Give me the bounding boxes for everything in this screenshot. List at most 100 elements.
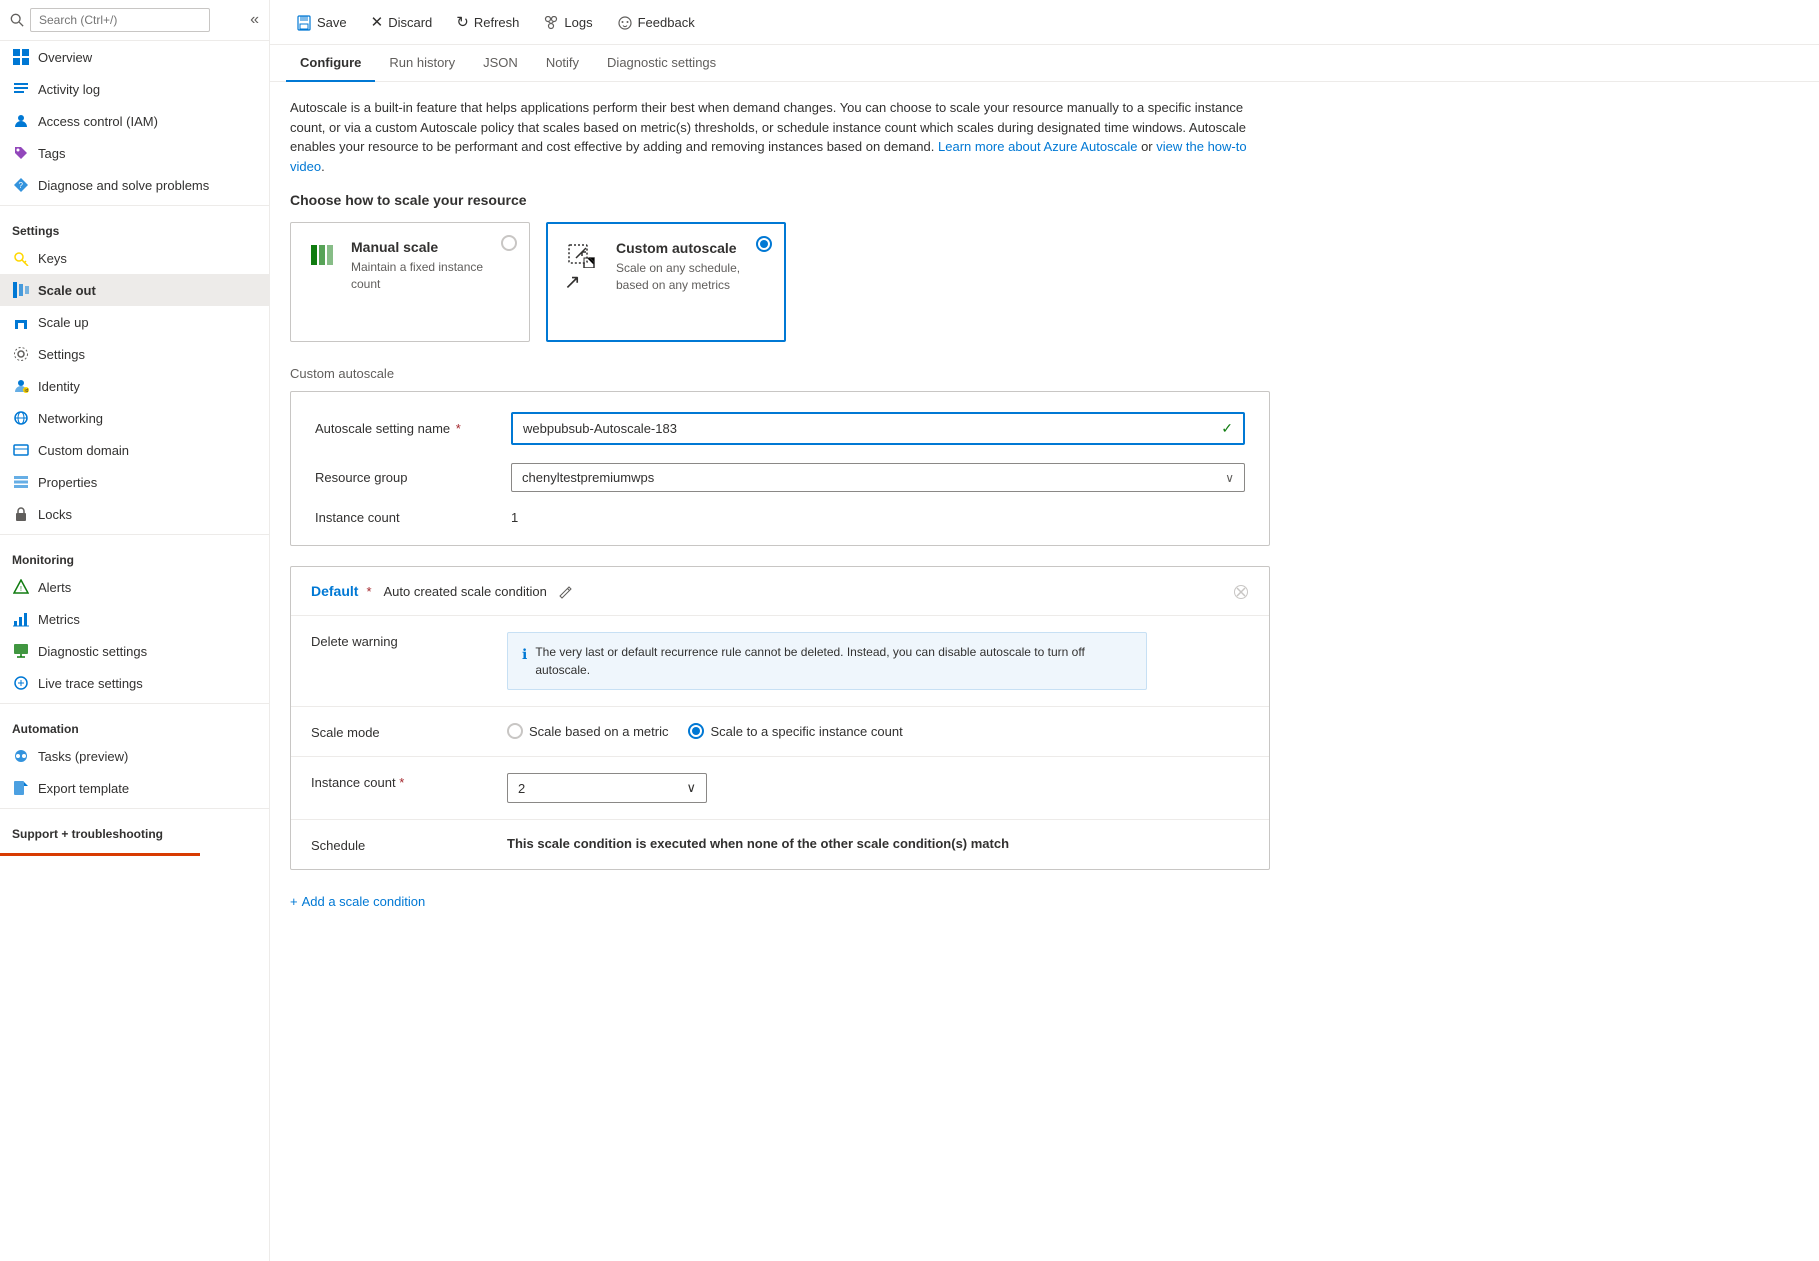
sidebar-item-networking[interactable]: Networking <box>0 402 269 434</box>
scale-up-icon <box>12 313 30 331</box>
scale-specific-option[interactable]: Scale to a specific instance count <box>688 723 902 739</box>
settings-icon <box>12 345 30 363</box>
custom-autoscale-radio[interactable] <box>756 236 772 252</box>
sidebar-item-keys[interactable]: Keys <box>0 242 269 274</box>
tab-run-history[interactable]: Run history <box>375 45 469 82</box>
sidebar-item-access-control[interactable]: Access control (IAM) <box>0 105 269 137</box>
resource-group-label: Resource group <box>315 470 495 485</box>
save-icon <box>296 13 312 30</box>
custom-domain-label: Custom domain <box>38 443 129 458</box>
feedback-icon <box>617 14 633 31</box>
discard-label: Discard <box>388 15 432 30</box>
sidebar-item-tasks[interactable]: Tasks (preview) <box>0 740 269 772</box>
instance-required-star: * <box>399 775 404 790</box>
custom-autoscale-content: Custom autoscale Scale on any schedule, … <box>616 240 764 294</box>
resource-group-dropdown[interactable]: chenyltestpremiumwps ∨ <box>511 463 1245 492</box>
sidebar-item-properties[interactable]: Properties <box>0 466 269 498</box>
sidebar-item-diagnostic-settings[interactable]: Diagnostic settings <box>0 635 269 667</box>
properties-icon <box>12 473 30 491</box>
sidebar-item-identity[interactable]: id Identity <box>0 370 269 402</box>
save-button[interactable]: Save <box>286 8 357 35</box>
discard-icon: ✕ <box>371 13 384 31</box>
networking-label: Networking <box>38 411 103 426</box>
instance-count-select-value: 2 <box>518 781 525 796</box>
schedule-content: This scale condition is executed when no… <box>507 836 1249 851</box>
scale-metric-label: Scale based on a metric <box>529 724 668 739</box>
scale-out-label: Scale out <box>38 283 96 298</box>
learn-more-link[interactable]: Learn more about Azure Autoscale <box>938 139 1137 154</box>
condition-instance-count-row: Instance count * 2 ∨ <box>291 757 1269 820</box>
main-area: Save ✕ Discard ↻ Refresh Logs Feedback C… <box>270 0 1819 1261</box>
condition-required-star: * <box>366 584 371 599</box>
scale-up-label: Scale up <box>38 315 89 330</box>
sidebar-item-scale-out[interactable]: Scale out <box>0 274 269 306</box>
tasks-label: Tasks (preview) <box>38 749 128 764</box>
auto-created-label: Auto created scale condition <box>384 584 547 599</box>
metrics-label: Metrics <box>38 612 80 627</box>
instance-count-select[interactable]: 2 ∨ <box>507 773 707 803</box>
access-control-label: Access control (IAM) <box>38 114 158 129</box>
autoscale-name-input[interactable]: webpubsub-Autoscale-183 ✓ <box>511 412 1245 445</box>
overview-label: Overview <box>38 50 92 65</box>
feedback-label: Feedback <box>638 15 695 30</box>
delete-warning-row: Delete warning ℹ The very last or defaul… <box>291 616 1269 707</box>
collapse-button[interactable]: « <box>250 11 259 29</box>
custom-autoscale-card[interactable]: ↗ Custom autoscale Scale on any schedule… <box>546 222 786 342</box>
export-icon <box>12 779 30 797</box>
delete-condition-button[interactable] <box>1233 583 1249 600</box>
svg-text:!: ! <box>20 586 22 593</box>
sidebar-item-overview[interactable]: Overview <box>0 41 269 73</box>
sidebar-item-tags[interactable]: Tags <box>0 137 269 169</box>
delete-warning-label: Delete warning <box>311 632 491 649</box>
sidebar-item-activity-log[interactable]: Activity log <box>0 73 269 105</box>
tab-json[interactable]: JSON <box>469 45 532 82</box>
edit-condition-button[interactable] <box>555 581 577 601</box>
sidebar-item-alerts[interactable]: ! Alerts <box>0 571 269 603</box>
sidebar-item-locks[interactable]: Locks <box>0 498 269 530</box>
tab-diagnostic-settings[interactable]: Diagnostic settings <box>593 45 730 82</box>
tags-label: Tags <box>38 146 65 161</box>
scale-metric-radio[interactable] <box>507 723 523 739</box>
networking-icon <box>12 409 30 427</box>
scale-specific-radio[interactable] <box>688 723 704 739</box>
sidebar-search-area: « <box>0 0 269 41</box>
tab-notify[interactable]: Notify <box>532 45 593 82</box>
scale-based-metric-option[interactable]: Scale based on a metric <box>507 723 668 739</box>
schedule-text: This scale condition is executed when no… <box>507 836 1009 851</box>
logs-label: Logs <box>564 15 592 30</box>
condition-instance-label: Instance count * <box>311 773 491 790</box>
scale-mode-radio-group: Scale based on a metric Scale to a speci… <box>507 723 1249 739</box>
tasks-icon <box>12 747 30 765</box>
discard-button[interactable]: ✕ Discard <box>361 8 443 36</box>
sidebar-item-diagnose[interactable]: ? Diagnose and solve problems <box>0 169 269 201</box>
logs-button[interactable]: Logs <box>533 9 602 36</box>
feedback-button[interactable]: Feedback <box>607 9 705 36</box>
sidebar-item-custom-domain[interactable]: Custom domain <box>0 434 269 466</box>
diagnostic-settings-label: Diagnostic settings <box>38 644 147 659</box>
delete-warning-info-box: ℹ The very last or default recurrence ru… <box>507 632 1147 690</box>
search-input[interactable] <box>30 8 210 32</box>
custom-autoscale-icon: ↗ <box>568 242 596 268</box>
sidebar-item-live-trace[interactable]: Live trace settings <box>0 667 269 699</box>
tab-configure[interactable]: Configure <box>286 45 375 82</box>
metrics-icon <box>12 610 30 628</box>
custom-autoscale-section-label: Custom autoscale <box>290 366 1799 381</box>
instance-count-value: 1 <box>511 510 518 525</box>
manual-scale-radio[interactable] <box>501 235 517 251</box>
alerts-label: Alerts <box>38 580 71 595</box>
overview-icon <box>12 48 30 66</box>
autoscale-form-panel: Autoscale setting name * webpubsub-Autos… <box>290 391 1270 546</box>
sidebar-item-metrics[interactable]: Metrics <box>0 603 269 635</box>
schedule-row: Schedule This scale condition is execute… <box>291 820 1269 869</box>
refresh-button[interactable]: ↻ Refresh <box>446 8 529 36</box>
add-scale-condition-button[interactable]: + Add a scale condition <box>290 886 425 917</box>
sidebar-item-settings[interactable]: Settings <box>0 338 269 370</box>
manual-scale-card[interactable]: Manual scale Maintain a fixed instance c… <box>290 222 530 342</box>
delete-warning-content: ℹ The very last or default recurrence ru… <box>507 632 1249 690</box>
description-text: Autoscale is a built-in feature that hel… <box>290 98 1250 176</box>
search-icon <box>10 13 24 27</box>
sidebar-item-export[interactable]: Export template <box>0 772 269 804</box>
sidebar-item-scale-up[interactable]: Scale up <box>0 306 269 338</box>
schedule-label: Schedule <box>311 836 491 853</box>
scale-condition-body: Delete warning ℹ The very last or defaul… <box>291 616 1269 869</box>
